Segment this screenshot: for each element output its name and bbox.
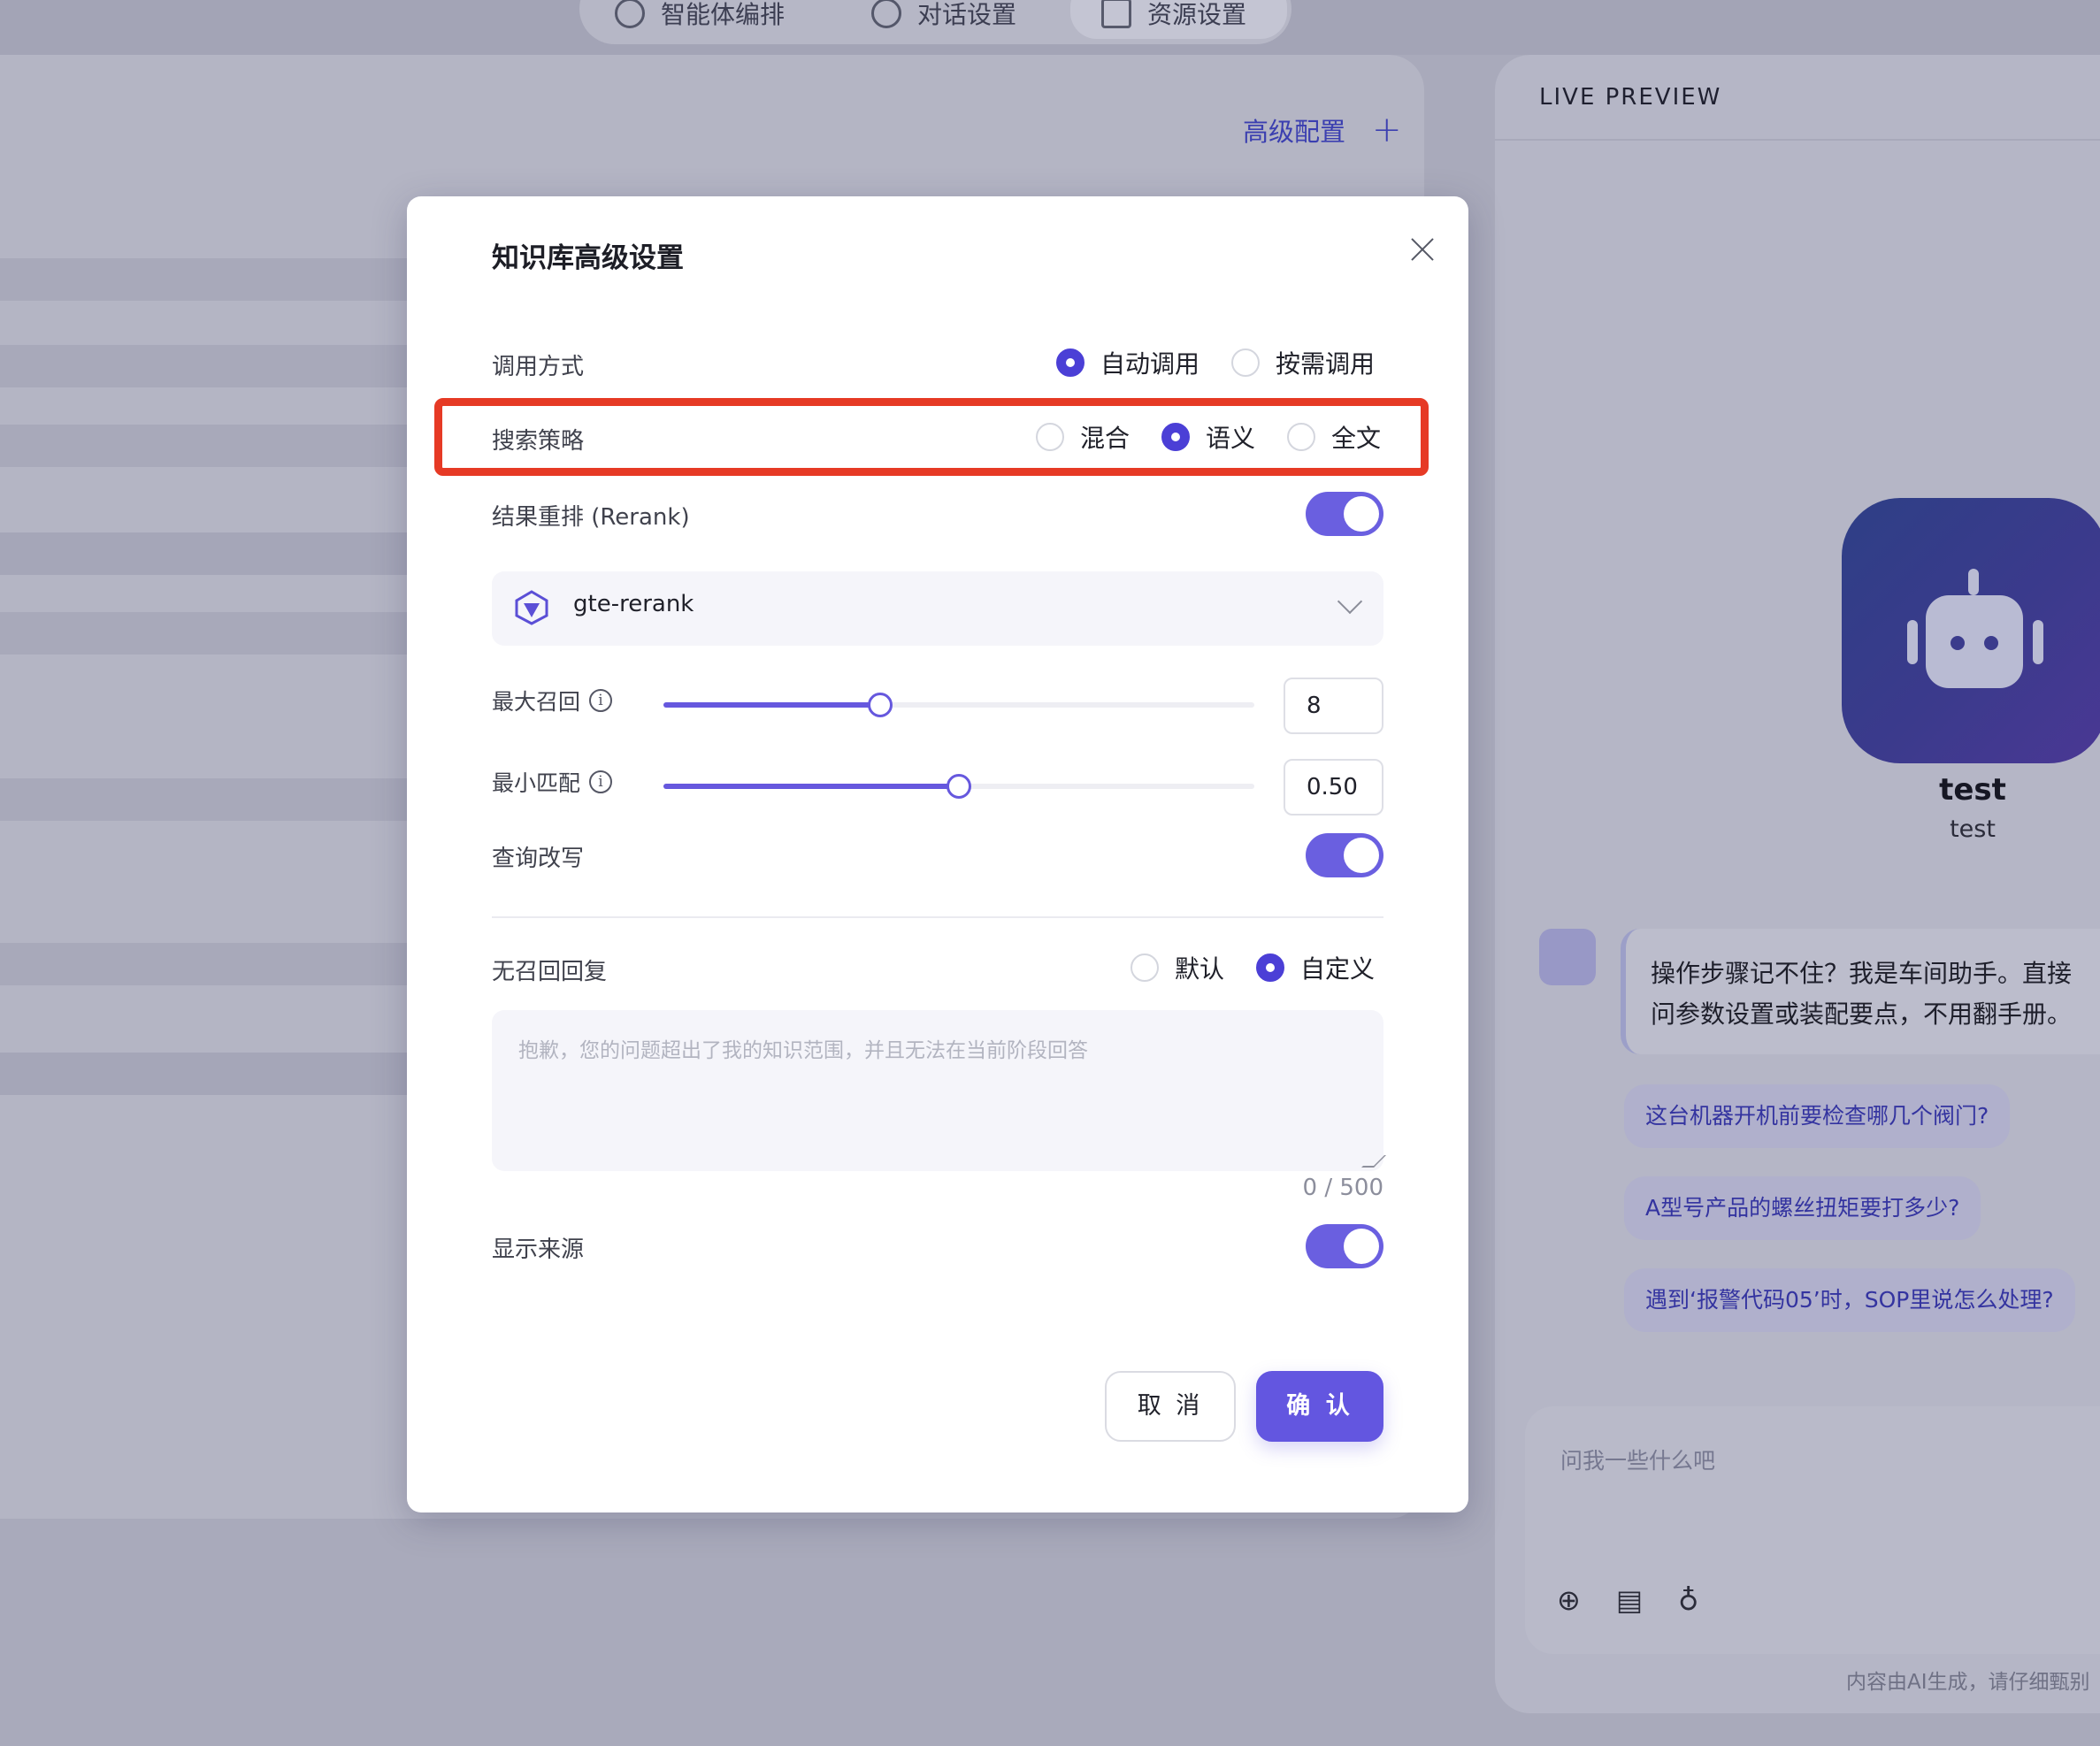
no-recall-radio-group: 默认 自定义 (1130, 950, 1375, 985)
rerank-label: 结果重排 (Rerank) (492, 504, 690, 531)
bg-row (0, 425, 407, 467)
bot-avatar (1842, 498, 2100, 763)
info-icon[interactable]: i (589, 770, 613, 793)
microphone-icon[interactable]: ♁ (1678, 1583, 1698, 1617)
char-counter: 0 / 500 (1302, 1175, 1383, 1201)
invoke-mode-radio-group: 自动调用 按需调用 (1056, 345, 1375, 380)
min-match-slider[interactable] (663, 774, 1254, 799)
toolbox-icon[interactable]: ▤ (1616, 1583, 1643, 1617)
tab-resource-settings[interactable]: 资源设置 (1101, 0, 1246, 35)
radio-unchecked-icon (1287, 423, 1316, 451)
slider-fill (663, 702, 881, 708)
radio-unchecked-icon (1036, 423, 1064, 451)
rerank-model-value: gte-rerank (573, 591, 694, 617)
tab-dialog-settings[interactable]: 对话设置 (871, 0, 1016, 35)
slider-fill (663, 784, 959, 789)
bot-description: test (1950, 816, 1996, 843)
radio-fulltext[interactable]: 全文 (1287, 419, 1381, 455)
radio-hybrid[interactable]: 混合 (1036, 419, 1130, 455)
suggestion-chip[interactable]: 这台机器开机前要检查哪几个阀门? (1624, 1084, 2011, 1148)
bg-row (0, 943, 407, 985)
slider-handle[interactable] (947, 774, 971, 799)
advanced-config-link[interactable]: 高级配置 + (1243, 110, 1402, 150)
info-icon[interactable]: i (589, 689, 613, 712)
bg-row (0, 778, 407, 821)
kb-advanced-settings-dialog: 知识库高级设置 调用方式 自动调用 按需调用 搜索策略 混合 语义 全文 结果重… (407, 196, 1468, 1512)
query-rewrite-toggle[interactable] (1306, 833, 1383, 877)
tab-orchestration[interactable]: 智能体编排 (615, 0, 785, 35)
rerank-model-select[interactable]: gte-rerank (492, 571, 1383, 646)
bg-row (0, 345, 407, 387)
chat-input[interactable]: 问我一些什么吧 ⊕ ▤ ♁ (1525, 1406, 2100, 1654)
rerank-toggle[interactable] (1306, 492, 1383, 536)
chat-tools: ⊕ ▤ ♁ (1557, 1583, 1698, 1617)
slider-handle[interactable] (868, 693, 893, 717)
cancel-button[interactable]: 取 消 (1105, 1371, 1236, 1442)
resize-handle-icon[interactable] (1361, 1155, 1386, 1168)
radio-semantic[interactable]: 语义 (1161, 419, 1255, 455)
add-icon[interactable]: ⊕ (1557, 1583, 1581, 1617)
radio-unchecked-icon (1130, 953, 1159, 982)
radio-on-demand-invoke[interactable]: 按需调用 (1231, 345, 1375, 380)
bot-message-icon (1539, 929, 1596, 985)
live-preview-title: LIVE PREVIEW (1539, 84, 1722, 111)
radio-checked-icon (1256, 953, 1285, 982)
min-match-input[interactable]: 0.50 (1284, 759, 1383, 816)
model-logo-icon (515, 590, 548, 625)
show-source-label: 显示来源 (492, 1237, 585, 1263)
resource-icon (1101, 0, 1131, 28)
chat-icon (871, 0, 901, 28)
search-strategy-label: 搜索策略 (492, 428, 585, 455)
textarea-placeholder: 抱歉，您的问题超出了我的知识范围，并且无法在当前阶段回答 (518, 1039, 1088, 1062)
radio-auto-invoke[interactable]: 自动调用 (1056, 345, 1199, 380)
max-recall-label: 最大召回 i (492, 685, 613, 716)
suggestion-chip[interactable]: 遇到‘报警代码05’时，SOP里说怎么处理? (1624, 1268, 2075, 1332)
radio-custom[interactable]: 自定义 (1256, 950, 1375, 985)
dialog-title: 知识库高级设置 (492, 242, 684, 274)
divider (492, 916, 1383, 918)
bg-row (0, 1053, 407, 1095)
nav-pill: 智能体编排 对话设置 资源设置 (579, 0, 1291, 44)
suggestion-chip[interactable]: A型号产品的螺丝扭矩要打多少? (1624, 1176, 1981, 1240)
radio-checked-icon (1056, 348, 1084, 377)
divider (1495, 139, 2100, 141)
radio-unchecked-icon (1231, 348, 1261, 377)
invoke-mode-label: 调用方式 (492, 354, 585, 380)
ai-disclaimer: 内容由AI生成，请仔细甄别 (1846, 1671, 2090, 1694)
greeting-bubble: 操作步骤记不住？我是车间助手。直接问参数设置或装配要点，不用翻手册。 (1621, 929, 2100, 1054)
query-rewrite-label: 查询改写 (492, 846, 585, 872)
robot-icon (1926, 569, 2023, 688)
confirm-button[interactable]: 确 认 (1256, 1371, 1383, 1442)
search-strategy-radio-group: 混合 语义 全文 (1036, 419, 1381, 455)
bg-row (0, 258, 407, 301)
radio-checked-icon (1161, 423, 1191, 451)
min-match-label: 最小匹配 i (492, 766, 613, 798)
bg-row (0, 532, 407, 575)
orchestration-icon (615, 0, 645, 28)
no-recall-reply-label: 无召回回复 (492, 959, 608, 985)
max-recall-input[interactable]: 8 (1284, 678, 1383, 734)
show-source-toggle[interactable] (1306, 1224, 1383, 1268)
max-recall-slider[interactable] (663, 693, 1254, 717)
bg-row (0, 612, 407, 655)
chevron-down-icon (1337, 588, 1363, 615)
plus-icon: + (1372, 110, 1402, 150)
close-icon[interactable] (1400, 227, 1445, 272)
no-recall-reply-textarea[interactable]: 抱歉，您的问题超出了我的知识范围，并且无法在当前阶段回答 (492, 1010, 1386, 1171)
chat-input-placeholder: 问我一些什么吧 (1560, 1448, 1716, 1474)
radio-default[interactable]: 默认 (1130, 950, 1224, 985)
bot-name: test (1939, 772, 2006, 808)
